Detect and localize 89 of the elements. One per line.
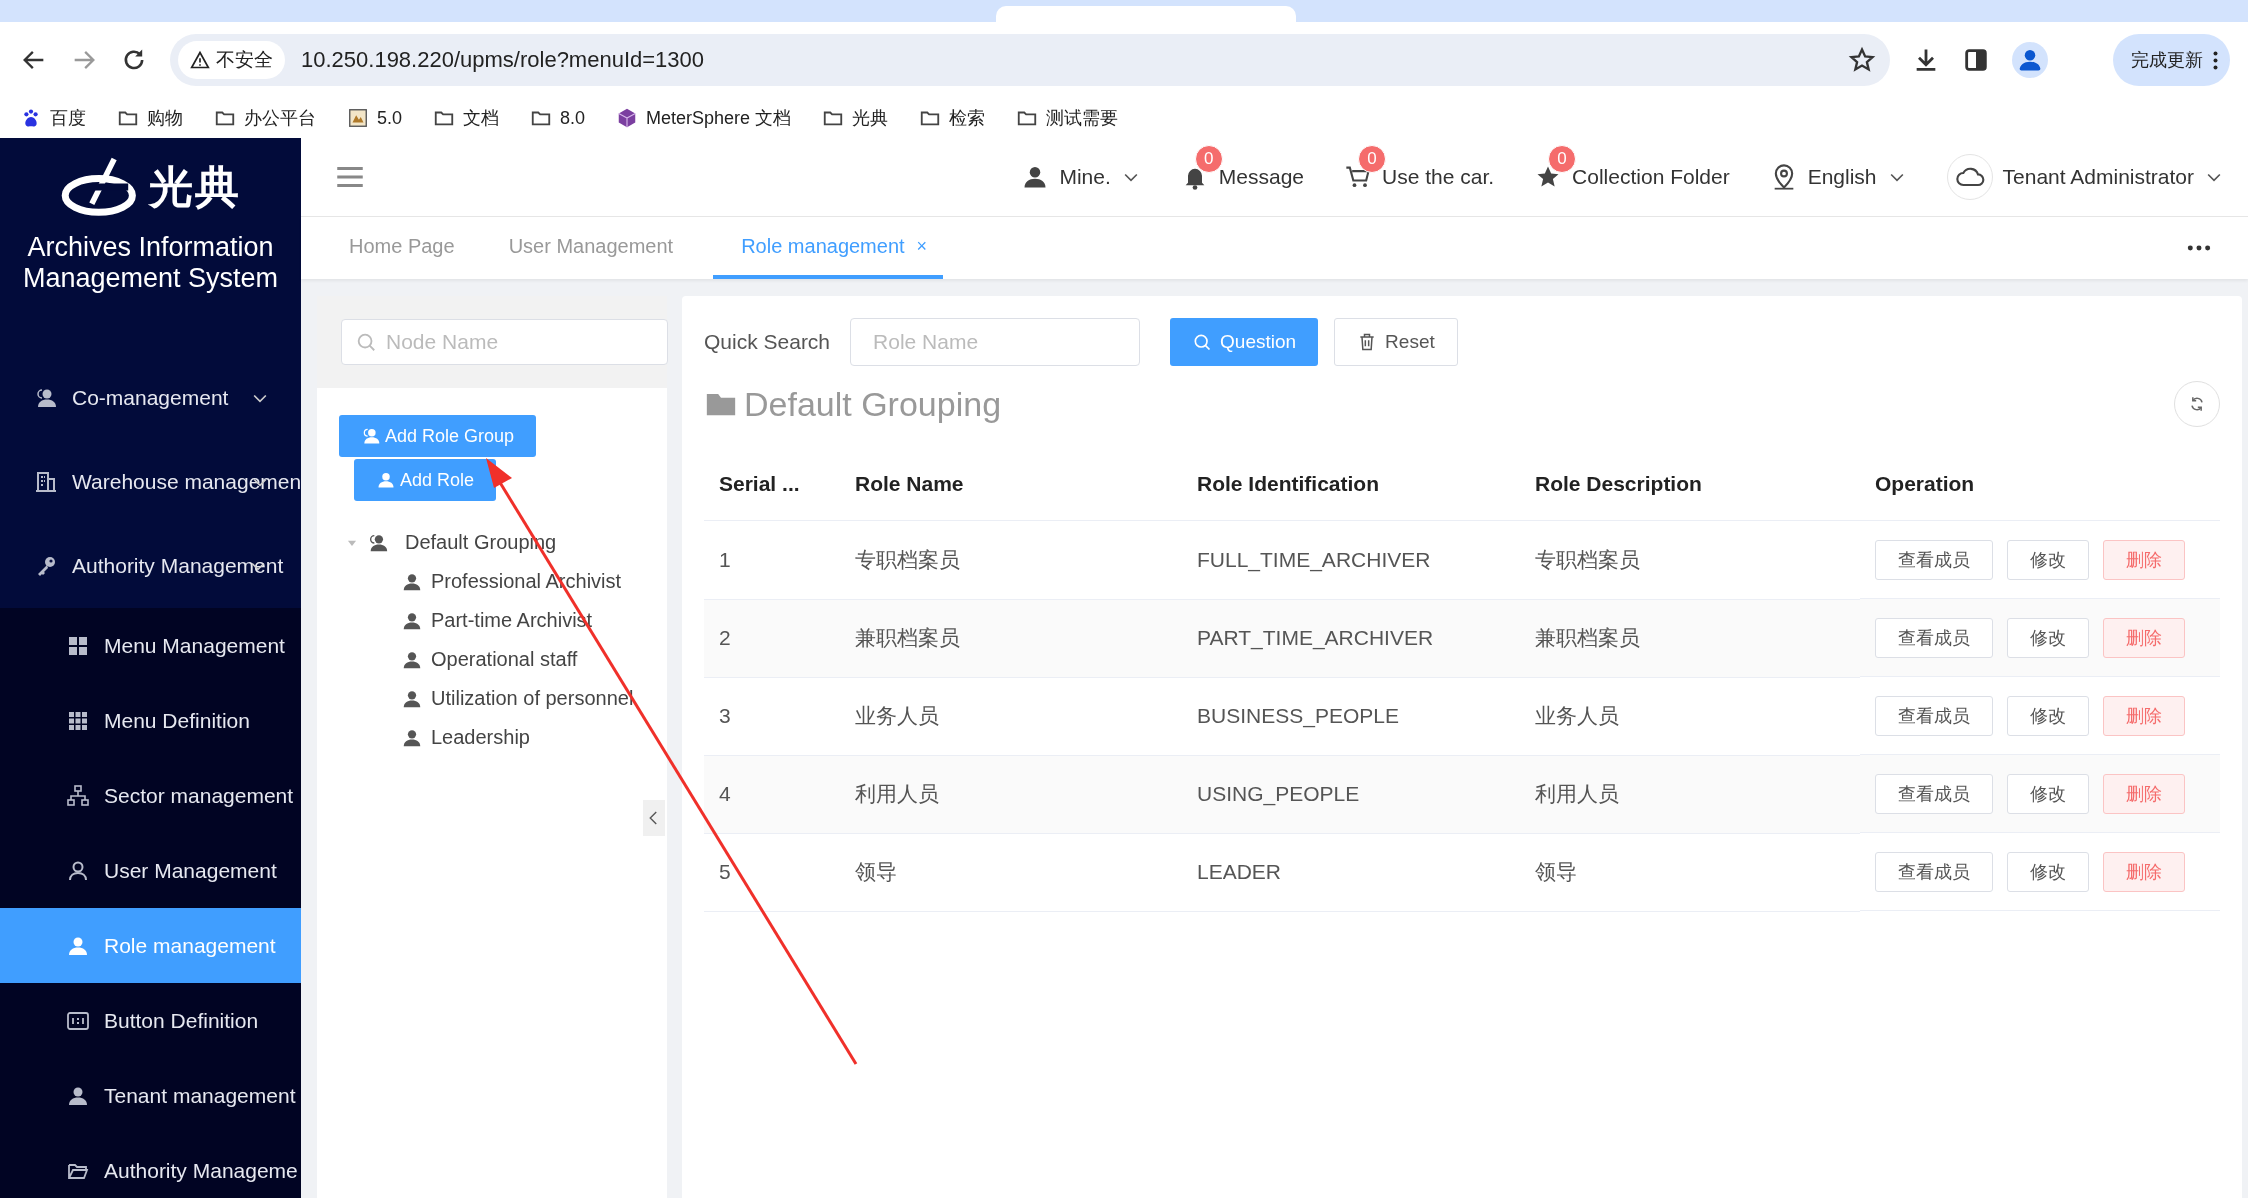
column-header: Operation	[1860, 448, 2220, 521]
row-action-button[interactable]: 修改	[2007, 773, 2089, 814]
role-name-field[interactable]: Role Name	[850, 318, 1141, 366]
submenu-item[interactable]: Menu Management	[0, 608, 301, 683]
node-search-field[interactable]: Node Name	[341, 319, 668, 365]
table-cell: 2	[704, 599, 840, 677]
user-icon	[376, 470, 396, 490]
system-title: Archives Information Management System	[21, 232, 280, 294]
update-button[interactable]: 完成更新	[2113, 34, 2230, 86]
warning-icon	[190, 50, 210, 70]
column-header: Role Name	[840, 448, 1182, 521]
bookmark[interactable]: 购物	[117, 106, 183, 130]
menu-item[interactable]: Co-management	[0, 356, 301, 440]
table-cell: 领导	[1520, 833, 1860, 911]
table-cell: 3	[704, 677, 840, 755]
user-icon	[361, 426, 381, 446]
menu-item[interactable]: Authority Management	[0, 524, 301, 608]
reset-button[interactable]: Reset	[1334, 318, 1458, 366]
bookmark[interactable]: 8.0	[530, 107, 586, 129]
header-item[interactable]: 0 Collection Folder	[1534, 145, 1730, 191]
bookmark[interactable]: 办公平台	[214, 106, 316, 130]
menu-item[interactable]: Warehouse managemen	[0, 440, 301, 524]
table-cell: 专职档案员	[1520, 520, 1860, 599]
tree-node[interactable]: Utilization of personnel	[339, 679, 667, 718]
table-cell: 1	[704, 520, 840, 599]
bookmark[interactable]: 文档	[433, 106, 500, 130]
table-cell: 领导	[840, 833, 1182, 911]
kebab-menu-icon	[2213, 50, 2218, 70]
table-cell: 兼职档案员	[1520, 599, 1860, 677]
column-header: Role Description	[1520, 448, 1860, 521]
submenu-item[interactable]: Sector management	[0, 758, 301, 833]
group-title: Default Grouping	[744, 384, 1002, 424]
hierarchy-icon	[66, 783, 90, 808]
table-cell: PART_TIME_ARCHIVER	[1182, 599, 1520, 677]
row-action-button[interactable]: 查看成员	[1875, 773, 1993, 814]
table-cell: 4	[704, 755, 840, 833]
submenu-item[interactable]: Button Definition	[0, 983, 301, 1058]
column-header: Role Identification	[1182, 448, 1520, 521]
table-cell: 业务人员	[840, 677, 1182, 755]
url-text: 10.250.198.220/upms/role?menuId=1300	[301, 47, 706, 73]
row-action-button[interactable]: 修改	[2007, 617, 2089, 658]
profile-icon[interactable]	[2012, 42, 2048, 78]
user-icon	[34, 386, 58, 410]
table-cell: 利用人员	[1520, 755, 1860, 833]
table-cell: 5	[704, 833, 840, 911]
collapse-handle[interactable]	[643, 800, 665, 836]
row-action-button[interactable]: 查看成员	[1875, 539, 1993, 580]
column-header: Serial ...	[704, 448, 840, 521]
bookmark[interactable]: 测试需要	[1016, 106, 1119, 130]
table-cell: 利用人员	[840, 755, 1182, 833]
table-cell: FULL_TIME_ARCHIVER	[1182, 520, 1520, 599]
submenu-item[interactable]: User Management	[0, 833, 301, 908]
row-action-button[interactable]: 查看成员	[1875, 695, 1993, 736]
row-action-button[interactable]: 查看成员	[1875, 617, 1993, 658]
picture-icon	[347, 107, 369, 129]
header-item[interactable]: Mine.	[1021, 163, 1141, 191]
building-icon	[34, 470, 58, 494]
security-chip[interactable]: 不安全	[178, 41, 285, 79]
header-item[interactable]: Tenant Administrator	[1946, 154, 2224, 200]
logo: 光典	[60, 156, 241, 218]
bookmark[interactable]: 光典	[822, 106, 889, 130]
table-cell: BUSINESS_PEOPLE	[1182, 677, 1520, 755]
address-bar[interactable]: 不安全 10.250.198.220/upms/role?menuId=1300	[170, 34, 1890, 86]
table-cell: LEADER	[1182, 833, 1520, 911]
quick-search-label: Quick Search	[704, 330, 831, 354]
bookmark[interactable]: 检索	[919, 106, 986, 130]
bookmark[interactable]: 5.0	[347, 107, 403, 129]
side-panel-icon[interactable]	[1962, 46, 1990, 74]
bookmark[interactable]: 百度	[20, 106, 86, 130]
bookmark[interactable]: MeterSphere 文档	[616, 106, 792, 130]
submenu-item[interactable]: Authority Manageme	[0, 1133, 301, 1198]
submenu-item[interactable]: Tenant management	[0, 1058, 301, 1133]
header-item[interactable]: 0 Message	[1180, 145, 1305, 191]
table-cell: USING_PEOPLE	[1182, 755, 1520, 833]
table-cell: 业务人员	[1520, 677, 1860, 755]
search-icon	[1192, 332, 1213, 352]
bookmark-star-icon[interactable]	[1848, 46, 1876, 74]
row-action-button[interactable]: 修改	[2007, 539, 2089, 580]
table-cell: 专职档案员	[840, 520, 1182, 599]
tree-node[interactable]: Leadership	[339, 718, 667, 757]
tree-node[interactable]: Operational staff	[339, 640, 667, 679]
header-item[interactable]: English	[1769, 163, 1907, 191]
row-action-button[interactable]: 查看成员	[1875, 851, 1993, 892]
row-action-button[interactable]: 修改	[2007, 695, 2089, 736]
search-icon	[355, 331, 377, 353]
row-action-button[interactable]: 修改	[2007, 851, 2089, 892]
table-cell: 兼职档案员	[840, 599, 1182, 677]
header-item[interactable]: 0 Use the car.	[1344, 145, 1495, 191]
submenu-item[interactable]: Menu Definition	[0, 683, 301, 758]
